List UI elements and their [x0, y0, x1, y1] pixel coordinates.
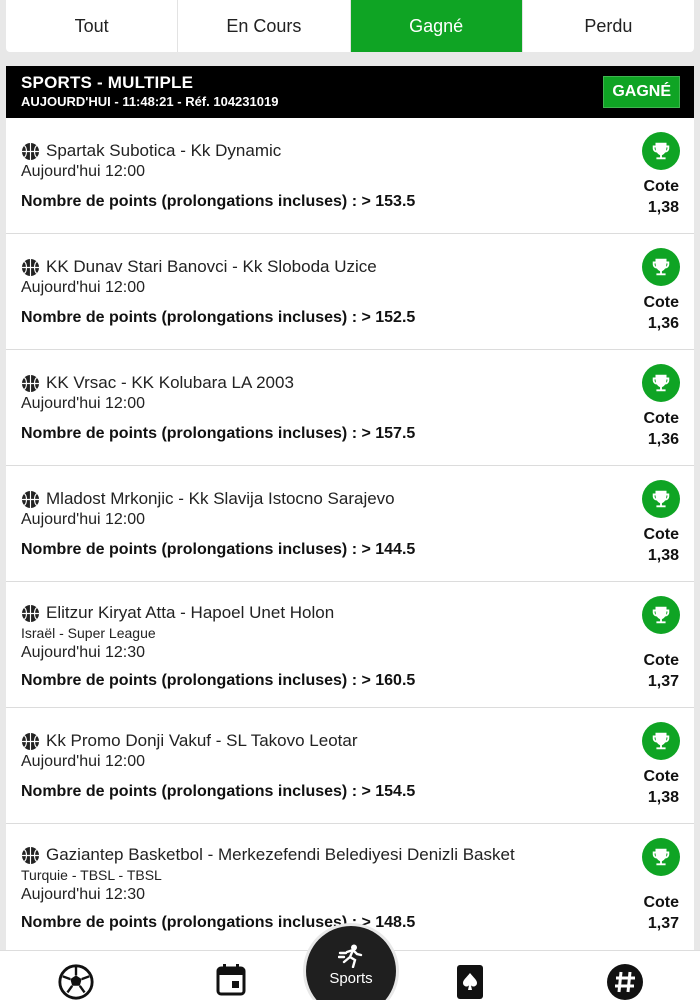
match-title: Gaziantep Basketbol - Merkezefendi Beled… [21, 844, 679, 866]
odds-value: 1,37 [647, 673, 679, 690]
odds-label: Cote [643, 652, 679, 669]
match-league: Turquie - TBSL - TBSL [21, 867, 162, 883]
tab-perdu[interactable]: Perdu [523, 0, 694, 52]
match-title: Kk Promo Donji Vakuf - SL Takovo Leotar [21, 730, 679, 752]
match-time: Aujourd'hui 12:00 [21, 279, 146, 296]
sports-label: Sports [329, 970, 373, 987]
match-market: Nombre de points (prolongations incluses… [21, 425, 416, 442]
tab-tout[interactable]: Tout [6, 0, 179, 52]
match-item[interactable]: Spartak Subotica - Kk Dynamic Aujourd'hu… [6, 118, 694, 234]
odds: Cote 1,36 [643, 292, 679, 334]
tab-gagne[interactable]: Gagné [350, 0, 523, 52]
match-name: KK Vrsac - KK Kolubara LA 2003 [46, 373, 294, 392]
match-time: Aujourd'hui 12:00 [21, 511, 146, 528]
odds: Cote 1,36 [643, 408, 679, 450]
match-title: KK Dunav Stari Banovci - Kk Sloboda Uzic… [21, 256, 679, 278]
trophy-icon [642, 722, 680, 760]
odds: Cote 1,38 [643, 766, 679, 808]
basketball-icon [21, 490, 40, 508]
match-list: Spartak Subotica - Kk Dynamic Aujourd'hu… [6, 118, 694, 954]
trophy-icon [642, 364, 680, 402]
match-title: Mladost Mrkonjic - Kk Slavija Istocno Sa… [21, 488, 679, 510]
match-market: Nombre de points (prolongations incluses… [21, 309, 416, 326]
odds-label: Cote [643, 294, 679, 311]
odds-value: 1,36 [647, 315, 679, 332]
basketball-icon [21, 142, 40, 160]
odds-value: 1,38 [647, 199, 679, 216]
match-name: Elitzur Kiryat Atta - Hapoel Unet Holon [46, 603, 335, 622]
trophy-icon [642, 132, 680, 170]
odds: Cote 1,38 [643, 176, 679, 218]
odds-label: Cote [643, 894, 679, 911]
match-market: Nombre de points (prolongations incluses… [21, 541, 416, 558]
trophy-icon [642, 596, 680, 634]
match-item[interactable]: Mladost Mrkonjic - Kk Slavija Istocno Sa… [6, 466, 694, 582]
odds-value: 1,38 [647, 547, 679, 564]
bet-filter-tabs: Tout En Cours Gagné Perdu [6, 0, 694, 52]
match-item[interactable]: KK Vrsac - KK Kolubara LA 2003 Aujourd'h… [6, 350, 694, 466]
odds-label: Cote [643, 768, 679, 785]
match-market: Nombre de points (prolongations incluses… [21, 193, 416, 210]
basketball-icon [21, 732, 40, 750]
match-item[interactable]: Kk Promo Donji Vakuf - SL Takovo Leotar … [6, 708, 694, 824]
match-time: Aujourd'hui 12:00 [21, 395, 146, 412]
basketball-icon [21, 258, 40, 276]
match-time: Aujourd'hui 12:30 [21, 644, 146, 661]
basketball-icon [21, 604, 40, 622]
odds: Cote 1,38 [643, 524, 679, 566]
match-name: Mladost Mrkonjic - Kk Slavija Istocno Sa… [46, 489, 395, 508]
bet-title: SPORTS - MULTIPLE [21, 73, 194, 92]
bet-header: SPORTS - MULTIPLE AUJOURD'HUI - 11:48:21… [6, 66, 694, 118]
match-name: Kk Promo Donji Vakuf - SL Takovo Leotar [46, 731, 358, 750]
match-name: Gaziantep Basketbol - Merkezefendi Beled… [46, 845, 515, 864]
match-time: Aujourd'hui 12:00 [21, 753, 146, 770]
odds: Cote 1,37 [643, 650, 679, 692]
odds-label: Cote [643, 410, 679, 427]
hashtag-icon[interactable] [605, 963, 645, 1000]
match-name: Spartak Subotica - Kk Dynamic [46, 141, 282, 160]
odds: Cote 1,37 [643, 892, 679, 934]
odds-label: Cote [643, 178, 679, 195]
trophy-icon [642, 480, 680, 518]
match-time: Aujourd'hui 12:30 [21, 886, 146, 903]
match-item[interactable]: Elitzur Kiryat Atta - Hapoel Unet Holon … [6, 582, 694, 708]
calendar-icon[interactable] [211, 963, 251, 1000]
match-title: KK Vrsac - KK Kolubara LA 2003 [21, 372, 679, 394]
football-icon[interactable] [56, 963, 96, 1000]
casino-card-icon[interactable] [450, 963, 490, 1000]
match-title: Elitzur Kiryat Atta - Hapoel Unet Holon [21, 602, 679, 624]
sports-icon [338, 944, 363, 968]
match-title: Spartak Subotica - Kk Dynamic [21, 140, 679, 162]
match-league: Israël - Super League [21, 625, 156, 641]
odds-value: 1,36 [647, 431, 679, 448]
basketball-icon [21, 374, 40, 392]
match-name: KK Dunav Stari Banovci - Kk Sloboda Uzic… [46, 257, 377, 276]
match-time: Aujourd'hui 12:00 [21, 163, 146, 180]
trophy-icon [642, 838, 680, 876]
match-market: Nombre de points (prolongations incluses… [21, 783, 416, 800]
bet-subtitle: AUJOURD'HUI - 11:48:21 - Réf. 104231019 [21, 94, 279, 109]
trophy-icon [642, 248, 680, 286]
status-badge: GAGNÉ [603, 76, 680, 108]
odds-value: 1,38 [647, 789, 679, 806]
match-item[interactable]: KK Dunav Stari Banovci - Kk Sloboda Uzic… [6, 234, 694, 350]
odds-label: Cote [643, 526, 679, 543]
match-market: Nombre de points (prolongations incluses… [21, 672, 416, 689]
basketball-icon [21, 846, 40, 864]
tab-en-cours[interactable]: En Cours [178, 0, 351, 52]
odds-value: 1,37 [647, 915, 679, 932]
